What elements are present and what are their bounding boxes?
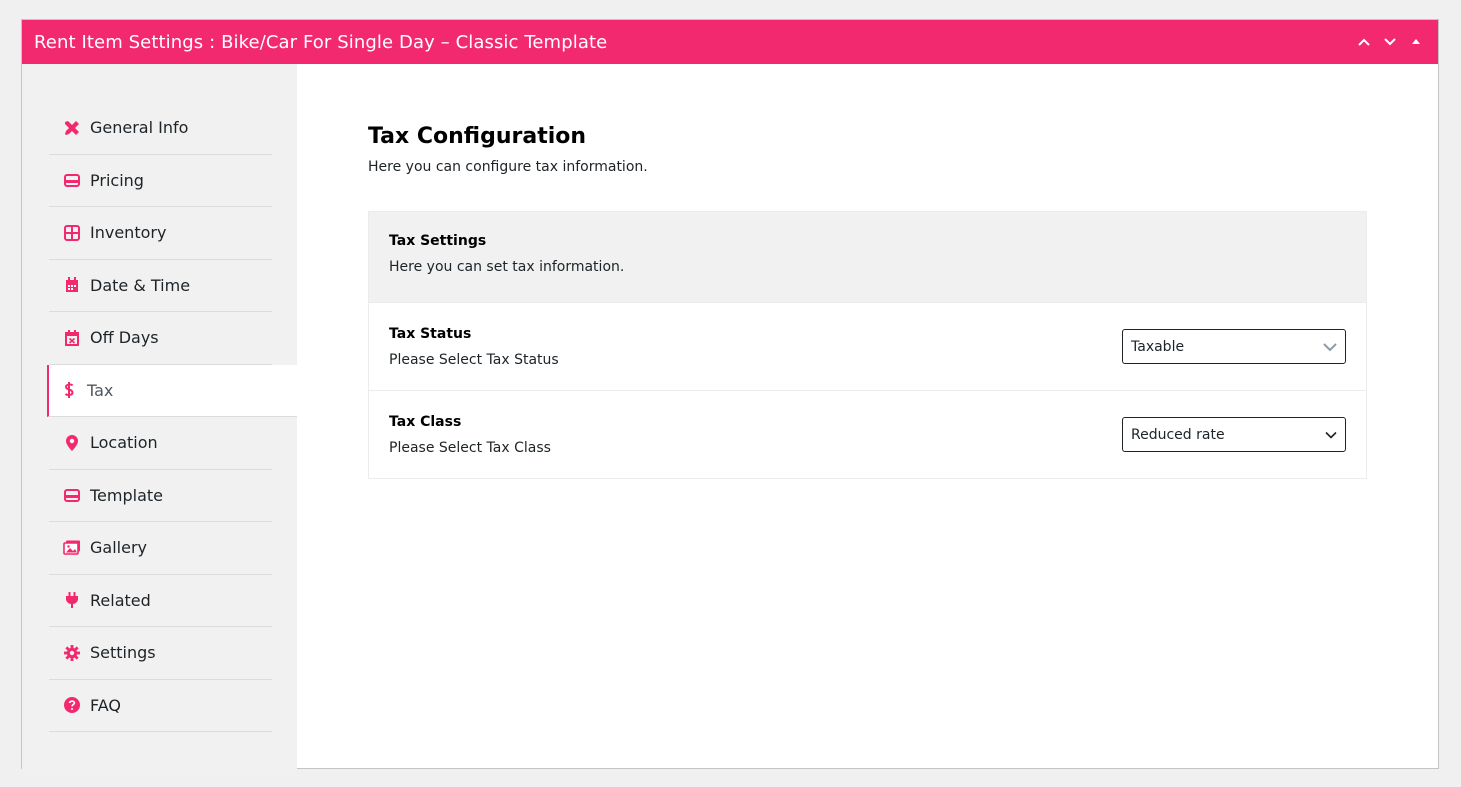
sidebar-item-template[interactable]: Template [49, 470, 272, 522]
sidebar-item-label: Date & Time [90, 275, 191, 295]
page-subtitle: Here you can configure tax information. [368, 159, 648, 175]
section-header: Tax Settings Here you can set tax inform… [369, 212, 1366, 302]
sidebar-item-location[interactable]: Location [49, 417, 272, 470]
sidebar-item-label: General Info [90, 118, 189, 138]
page-title: Tax Configuration [368, 124, 587, 149]
sidebar-item-pricing[interactable]: Pricing [49, 155, 272, 207]
panel-header: Rent Item Settings : Bike/Car For Single… [22, 20, 1438, 64]
main-content: Tax Configuration Here you can configure… [297, 64, 1438, 769]
sidebar-item-label: Inventory [90, 223, 167, 243]
select-value: Reduced rate [1131, 426, 1225, 443]
sidebar-item-label: Template [90, 485, 164, 505]
tax-class-select[interactable]: Reduced rate [1122, 417, 1346, 452]
sidebar-item-gallery[interactable]: Gallery [49, 522, 272, 575]
chevron-down-icon [1325, 431, 1337, 439]
grid-icon [63, 224, 81, 242]
sidebar-item-inventory[interactable]: Inventory [49, 207, 272, 260]
move-up-button[interactable] [1354, 32, 1374, 52]
tax-status-row: Tax Status Please Select Tax Status Taxa… [369, 302, 1366, 390]
sidebar-item-faq[interactable]: FAQ [49, 680, 272, 732]
tax-status-select[interactable]: Taxable [1122, 329, 1346, 364]
calendar-icon [63, 276, 81, 294]
sidebar-item-date-time[interactable]: Date & Time [49, 260, 272, 312]
chevron-down-icon [1323, 342, 1337, 351]
sidebar-item-label: Off Days [90, 328, 159, 348]
sidebar-item-label: Location [90, 433, 158, 453]
map-pin-icon [63, 434, 81, 452]
settings-panel: Rent Item Settings : Bike/Car For Single… [21, 19, 1439, 769]
sidebar-item-tax[interactable]: Tax [47, 364, 297, 417]
section-description: Here you can set tax information. [389, 259, 625, 275]
sidebar-item-off-days[interactable]: Off Days [49, 312, 272, 365]
tools-icon [63, 119, 81, 137]
move-down-button[interactable] [1380, 32, 1400, 52]
field-description: Please Select Tax Status [389, 351, 559, 368]
collapse-panel-button[interactable] [1406, 32, 1426, 52]
chevron-down-icon [1384, 38, 1396, 46]
plug-icon [63, 591, 81, 609]
field-label: Tax Class [389, 413, 462, 430]
sidebar-item-label: Pricing [90, 170, 144, 190]
images-icon [63, 539, 81, 557]
card-icon [63, 486, 81, 504]
tax-settings-box: Tax Settings Here you can set tax inform… [368, 211, 1367, 479]
triangle-up-icon [1412, 39, 1420, 44]
sidebar-item-related[interactable]: Related [49, 575, 272, 627]
sidebar-item-label: FAQ [90, 695, 121, 715]
sidebar-item-label: Settings [90, 643, 156, 663]
calendar-x-icon [63, 329, 81, 347]
card-icon [63, 171, 81, 189]
tax-class-row: Tax Class Please Select Tax Class Reduce… [369, 390, 1366, 478]
section-title: Tax Settings [389, 233, 487, 249]
field-description: Please Select Tax Class [389, 439, 551, 456]
chevron-up-icon [1358, 38, 1370, 46]
sidebar-item-general-info[interactable]: General Info [49, 102, 272, 155]
header-controls [1354, 32, 1426, 52]
sidebar-item-settings[interactable]: Settings [49, 627, 272, 680]
question-icon [63, 696, 81, 714]
panel-title: Rent Item Settings : Bike/Car For Single… [34, 31, 608, 53]
sidebar-item-label: Gallery [90, 538, 147, 558]
sidebar-item-label: Related [90, 590, 151, 610]
field-label: Tax Status [389, 325, 472, 342]
gear-icon [63, 644, 81, 662]
select-value: Taxable [1131, 338, 1185, 355]
dollar-icon [63, 381, 75, 399]
sidebar-nav: General Info Pricing Inventory Date & Ti… [22, 64, 297, 769]
sidebar-item-label: Tax [87, 380, 114, 400]
